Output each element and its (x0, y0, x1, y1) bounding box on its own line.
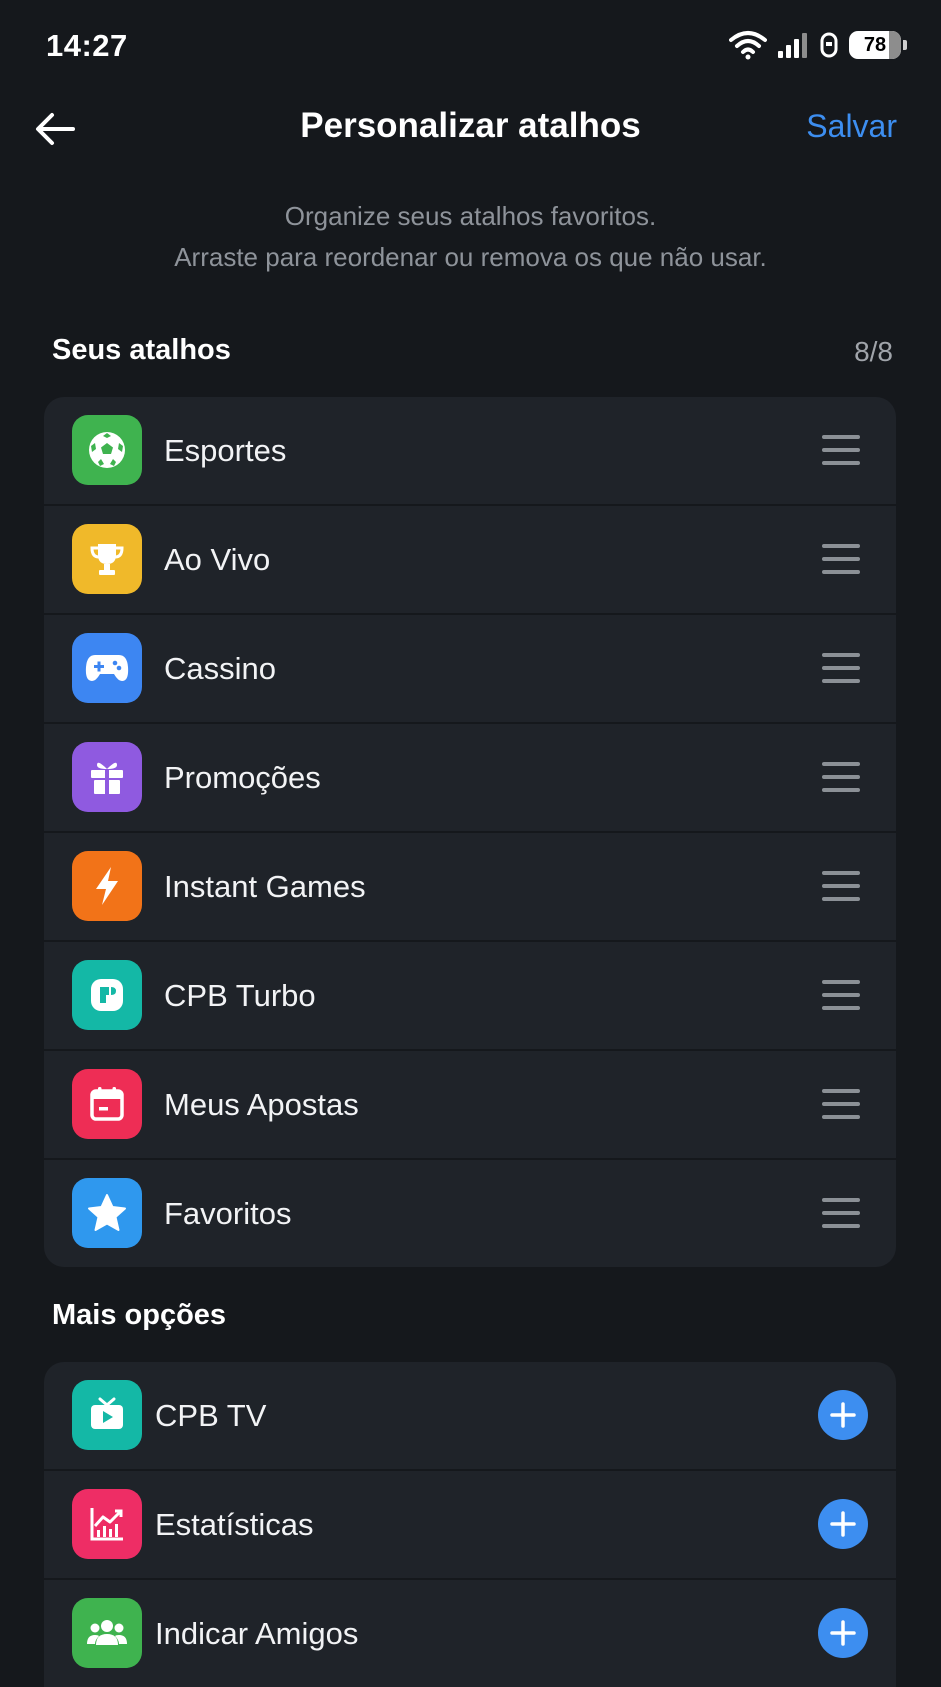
option-label: CPB TV (155, 1397, 267, 1433)
lightning-icon (72, 851, 142, 921)
shortcut-row-esportes[interactable]: Esportes (44, 397, 896, 506)
shortcut-row-promocoes[interactable]: Promoções (44, 724, 896, 833)
signal-icon (778, 33, 807, 58)
tv-icon (72, 1380, 142, 1450)
add-button[interactable] (818, 1390, 868, 1440)
shortcut-row-instant-games[interactable]: Instant Games (44, 833, 896, 942)
add-button[interactable] (818, 1608, 868, 1658)
status-bar: 14:27 78 (0, 0, 941, 96)
turbo-icon (72, 960, 142, 1030)
plus-icon (830, 1511, 856, 1537)
drag-handle-icon[interactable] (822, 435, 860, 465)
option-label: Indicar Amigos (155, 1615, 359, 1651)
description: Organize seus atalhos favoritos. Arraste… (0, 196, 941, 278)
shortcut-label: CPB Turbo (164, 977, 316, 1013)
gamepad-icon (72, 633, 142, 703)
soccer-ball-icon (72, 415, 142, 485)
drag-handle-icon[interactable] (822, 544, 860, 574)
drag-handle-icon[interactable] (822, 653, 860, 683)
description-line-1: Organize seus atalhos favoritos. (284, 201, 657, 231)
shortcut-label: Ao Vivo (164, 541, 271, 577)
shortcut-label: Promoções (164, 759, 321, 795)
shortcut-label: Instant Games (164, 868, 366, 904)
shortcut-row-cpb-turbo[interactable]: CPB Turbo (44, 942, 896, 1051)
status-icons: 78 (729, 30, 907, 60)
calendar-icon (72, 1069, 142, 1139)
more-options-list: CPB TV Estatísticas Indicar Amigos (44, 1362, 896, 1687)
option-row-indicar-amigos: Indicar Amigos (44, 1580, 896, 1687)
header: Personalizar atalhos Salvar (0, 96, 941, 160)
chart-icon (72, 1489, 142, 1559)
shortcut-label: Favoritos (164, 1195, 292, 1231)
plus-icon (830, 1402, 856, 1428)
shortcut-label: Cassino (164, 650, 276, 686)
page-title: Personalizar atalhos (300, 106, 641, 145)
option-label: Estatísticas (155, 1506, 314, 1542)
shortcuts-count: 8/8 (854, 336, 893, 367)
shortcut-row-meus-apostas[interactable]: Meus Apostas (44, 1051, 896, 1160)
drag-handle-icon[interactable] (822, 1089, 860, 1119)
option-row-estatisticas: Estatísticas (44, 1471, 896, 1580)
battery-indicator: 78 (849, 31, 907, 59)
drag-handle-icon[interactable] (822, 762, 860, 792)
drag-handle-icon[interactable] (822, 871, 860, 901)
option-row-cpb-tv: CPB TV (44, 1362, 896, 1471)
plus-icon (830, 1620, 856, 1646)
wifi-icon (729, 31, 767, 60)
description-line-2: Arraste para reordenar ou remova os que … (174, 242, 767, 272)
shortcuts-list: Esportes Ao Vivo Cassino Promoções Insta… (44, 397, 896, 1267)
shortcut-label: Esportes (164, 432, 287, 468)
gift-icon (72, 742, 142, 812)
shortcuts-section-title: Seus atalhos (52, 334, 231, 366)
shortcut-row-ao-vivo[interactable]: Ao Vivo (44, 506, 896, 615)
shortcut-row-favoritos[interactable]: Favoritos (44, 1160, 896, 1267)
trophy-icon (72, 524, 142, 594)
save-button[interactable]: Salvar (806, 108, 897, 145)
star-icon (72, 1178, 142, 1248)
data-saver-icon (820, 32, 838, 58)
battery-level: 78 (863, 33, 887, 56)
shortcut-row-cassino[interactable]: Cassino (44, 615, 896, 724)
drag-handle-icon[interactable] (822, 1198, 860, 1228)
users-icon (72, 1598, 142, 1668)
status-time: 14:27 (46, 28, 128, 63)
add-button[interactable] (818, 1499, 868, 1549)
drag-handle-icon[interactable] (822, 980, 860, 1010)
shortcut-label: Meus Apostas (164, 1086, 359, 1122)
more-options-section-title: Mais opções (52, 1299, 227, 1331)
